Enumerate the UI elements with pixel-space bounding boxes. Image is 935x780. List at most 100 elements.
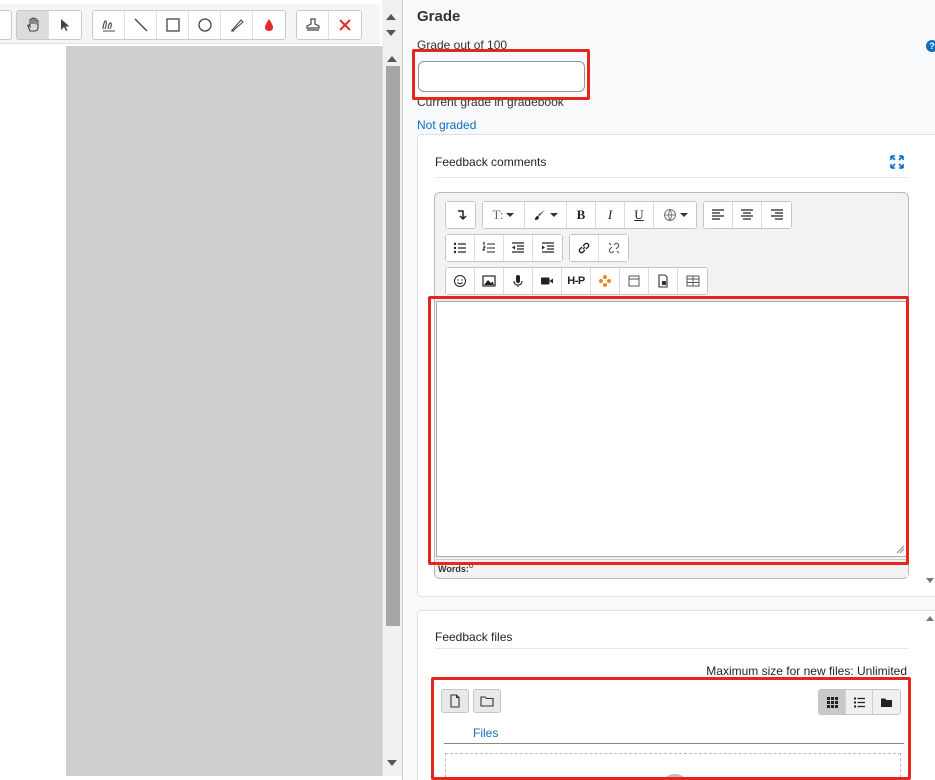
image-button[interactable] xyxy=(475,268,504,294)
align-right-icon xyxy=(770,209,783,220)
link-button[interactable] xyxy=(570,235,599,261)
align-left-button[interactable] xyxy=(704,202,733,228)
smiley-icon xyxy=(454,275,466,287)
paragraph-styles-button[interactable]: T: xyxy=(483,202,525,228)
media-button[interactable] xyxy=(620,268,649,294)
max-file-size-note: Maximum size for new files: Unlimited xyxy=(706,664,907,678)
folder-icon xyxy=(881,698,892,707)
chevron-down-icon xyxy=(550,213,558,217)
feedback-comments-card: Feedback comments T: B I U H-P Words:0 xyxy=(417,134,935,597)
record-video-button[interactable] xyxy=(533,268,562,294)
scroll-up-icon[interactable] xyxy=(387,56,397,62)
list-icon xyxy=(853,697,865,707)
video-camera-icon xyxy=(541,277,553,285)
grade-input[interactable] xyxy=(418,61,585,92)
pointer-icon xyxy=(61,19,70,31)
hand-tool-button[interactable] xyxy=(17,11,49,39)
scrollbar-thumb[interactable] xyxy=(386,66,400,626)
card-divider xyxy=(435,648,908,649)
ordered-list-button[interactable] xyxy=(475,235,504,261)
bullet-list-icon xyxy=(453,242,466,254)
word-count-value: 0 xyxy=(468,561,474,570)
files-breadcrumb[interactable]: Files xyxy=(473,726,498,740)
emoji-button[interactable] xyxy=(446,268,475,294)
feedback-files-card: Feedback files Maximum size for new file… xyxy=(417,610,935,780)
expand-icon[interactable] xyxy=(890,155,904,169)
toolbar-group-navigation xyxy=(16,10,82,40)
language-button[interactable] xyxy=(654,202,696,228)
indent-icon xyxy=(541,242,554,253)
resize-handle-icon[interactable] xyxy=(895,544,905,554)
filepicker-divider xyxy=(444,743,904,744)
annotation-toolbar xyxy=(0,4,380,44)
h5p-button[interactable]: H-P xyxy=(562,268,591,294)
toolbar-group-collapse xyxy=(445,201,476,229)
show-more-button[interactable] xyxy=(446,202,475,228)
text-color-button[interactable] xyxy=(525,202,567,228)
select-tool-button[interactable] xyxy=(49,11,81,39)
unordered-list-button[interactable] xyxy=(446,235,475,261)
highlighter-icon xyxy=(230,19,244,32)
rectangle-tool-button[interactable] xyxy=(157,11,189,39)
bold-button[interactable]: B xyxy=(567,202,596,228)
current-grade-value[interactable]: Not graded xyxy=(417,118,476,132)
scroll-down-icon[interactable] xyxy=(387,760,397,766)
feedback-editor-content[interactable] xyxy=(436,301,908,557)
editor-toolbar-row-2 xyxy=(445,234,629,262)
record-audio-button[interactable] xyxy=(504,268,533,294)
align-center-button[interactable] xyxy=(733,202,762,228)
file-button[interactable] xyxy=(649,268,678,294)
line-icon xyxy=(134,18,147,32)
outdent-button[interactable] xyxy=(504,235,533,261)
scroll-up-icon[interactable] xyxy=(386,14,396,20)
toolbar-scrollbar[interactable] xyxy=(382,0,402,46)
file-icon xyxy=(658,274,668,288)
pen-tool-button[interactable] xyxy=(93,11,125,39)
globe-icon xyxy=(663,209,676,222)
stamp-tool-button[interactable] xyxy=(297,11,329,39)
toolbar-group-style: T: B I U xyxy=(482,201,697,229)
highlight-tool-button[interactable] xyxy=(221,11,253,39)
align-left-icon xyxy=(712,209,724,220)
color-picker-button[interactable] xyxy=(253,11,285,39)
file-dropzone[interactable] xyxy=(445,753,901,780)
panel-scrollbar[interactable] xyxy=(923,0,935,780)
rectangle-icon xyxy=(165,18,180,32)
create-folder-button[interactable] xyxy=(473,689,501,713)
media-icon xyxy=(628,275,640,287)
italic-button[interactable]: I xyxy=(596,202,625,228)
file-manager: Files xyxy=(435,681,909,780)
toolbar-group-clipped xyxy=(0,10,12,40)
scroll-up-icon[interactable] xyxy=(926,616,934,621)
scroll-down-icon[interactable] xyxy=(926,578,934,583)
indent-button[interactable] xyxy=(533,235,562,261)
file-add-icon xyxy=(450,694,460,708)
unlink-icon xyxy=(608,242,619,254)
color-drop-icon xyxy=(265,19,273,31)
table-icon xyxy=(686,275,699,287)
add-file-button[interactable] xyxy=(441,689,469,713)
current-grade-label: Current grade in gradebook xyxy=(417,95,564,109)
document-scrollbar[interactable] xyxy=(382,46,402,776)
text-editor: T: B I U H-P Words:0 xyxy=(434,192,909,579)
delete-tool-button[interactable] xyxy=(329,11,361,39)
line-tool-button[interactable] xyxy=(125,11,157,39)
toolbar-group-draw xyxy=(92,10,286,40)
list-view-button[interactable] xyxy=(846,690,873,714)
tree-view-button[interactable] xyxy=(873,690,900,714)
word-count: Words:0 xyxy=(436,559,908,577)
icon-view-button[interactable] xyxy=(819,690,846,714)
oval-tool-button[interactable] xyxy=(189,11,221,39)
scroll-down-icon[interactable] xyxy=(386,30,396,36)
link-icon xyxy=(578,242,590,254)
underline-button[interactable]: U xyxy=(625,202,654,228)
table-button[interactable] xyxy=(678,268,707,294)
unlink-button[interactable] xyxy=(599,235,628,261)
h5p-content-icon xyxy=(599,275,611,287)
chevron-down-icon xyxy=(679,213,688,217)
align-right-button[interactable] xyxy=(762,202,791,228)
upload-icon xyxy=(660,774,690,780)
image-icon xyxy=(482,275,496,287)
h5p-content-button[interactable] xyxy=(591,268,620,294)
toolbar-group-align xyxy=(703,201,792,229)
